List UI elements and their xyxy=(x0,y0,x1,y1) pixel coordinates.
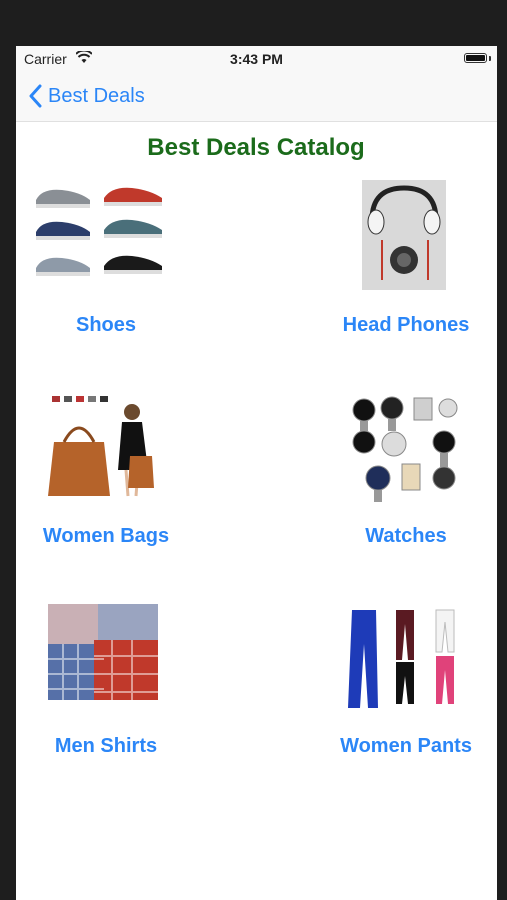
men-shirts-image[interactable] xyxy=(48,604,158,712)
chevron-left-icon xyxy=(29,84,42,108)
category-tile-women-bags[interactable]: Women Bags xyxy=(16,388,256,558)
clock: 3:43 PM xyxy=(230,51,283,67)
category-label-watches[interactable]: Watches xyxy=(316,525,496,548)
category-label-women-bags[interactable]: Women Bags xyxy=(16,525,196,548)
back-button[interactable]: Best Deals xyxy=(28,80,145,112)
category-label-women-pants[interactable]: Women Pants xyxy=(316,735,496,758)
page-title: Best Deals Catalog xyxy=(147,134,365,161)
category-label-head-phones[interactable]: Head Phones xyxy=(316,314,496,337)
battery-icon xyxy=(464,53,487,63)
status-bar: Carrier 3:43 PM xyxy=(16,46,497,72)
headphones-image[interactable] xyxy=(362,180,446,290)
shoes-image[interactable] xyxy=(32,180,172,290)
battery-tip xyxy=(489,56,491,61)
women-pants-image[interactable] xyxy=(348,604,460,712)
women-bags-image[interactable] xyxy=(48,392,158,502)
category-tile-watches[interactable]: Watches xyxy=(256,388,497,558)
category-tile-head-phones[interactable]: Head Phones xyxy=(256,176,497,346)
back-label: Best Deals xyxy=(48,84,145,107)
category-tile-men-shirts[interactable]: Men Shirts xyxy=(16,598,256,768)
category-label-men-shirts[interactable]: Men Shirts xyxy=(16,735,196,758)
category-tile-shoes[interactable]: Shoes xyxy=(16,176,256,346)
category-tile-women-pants[interactable]: Women Pants xyxy=(256,598,497,768)
app-screen: Carrier 3:43 PM Best Deals Best Deals Ca… xyxy=(16,46,497,900)
navigation-bar: Best Deals xyxy=(16,72,497,122)
category-label-shoes[interactable]: Shoes xyxy=(16,314,196,337)
watches-image[interactable] xyxy=(348,392,460,502)
